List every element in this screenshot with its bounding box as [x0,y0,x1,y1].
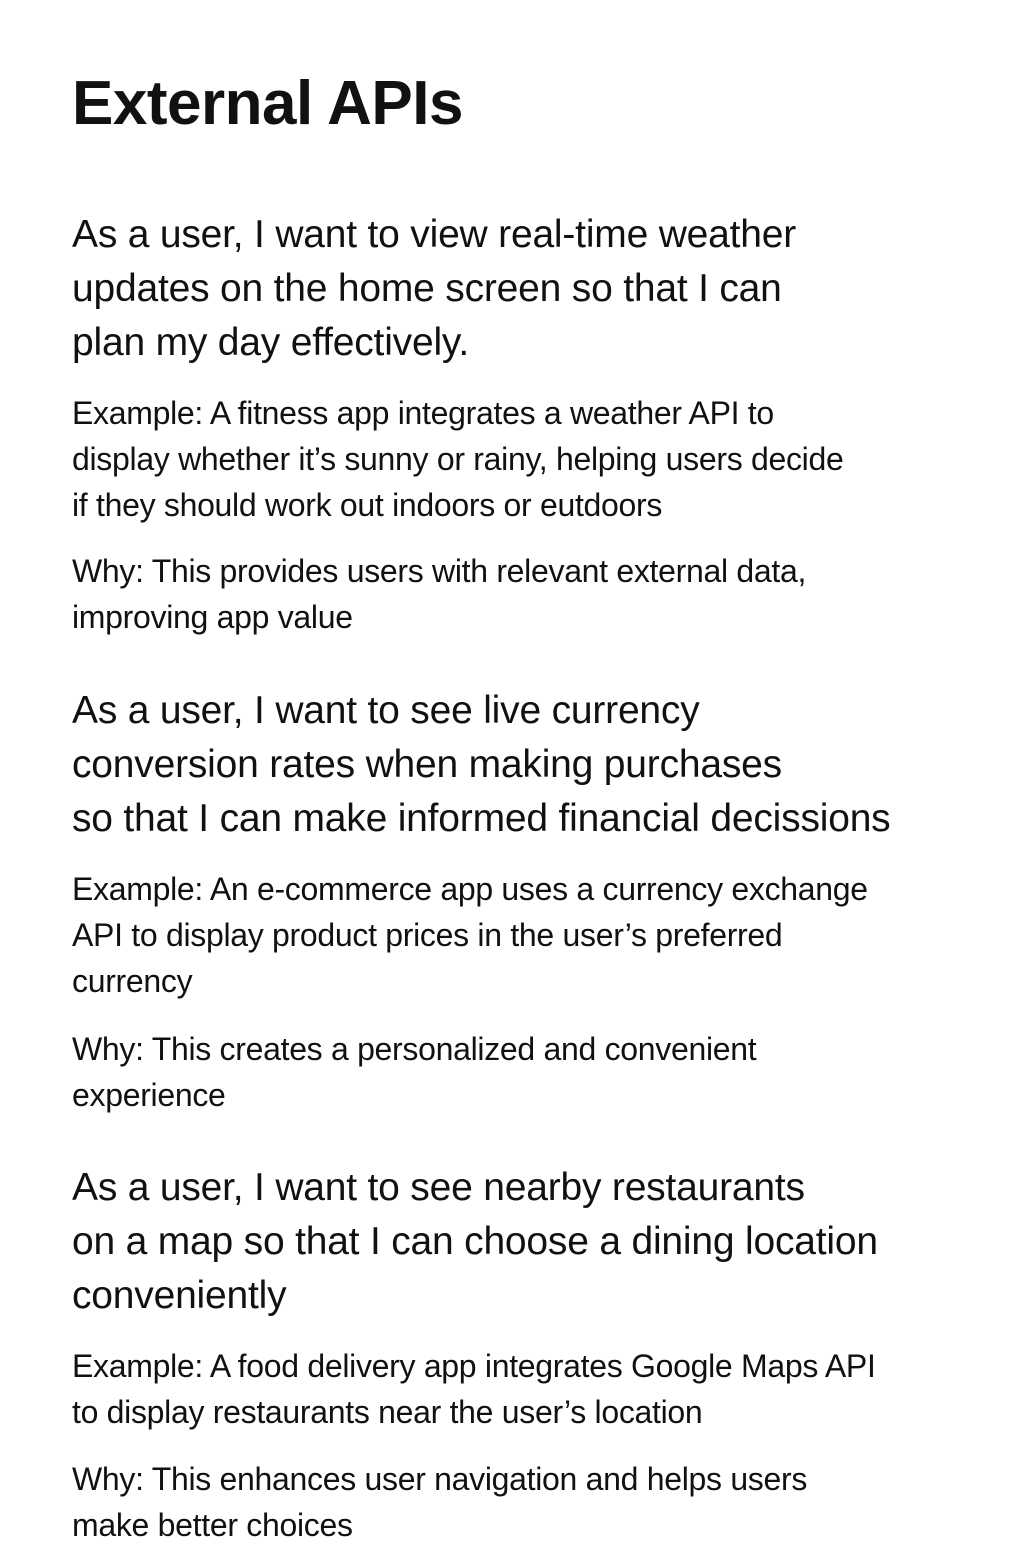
story-line: As a user, I want to see nearby restaura… [72,1166,805,1209]
user-story-currency: As a user, I want to see live currency c… [72,684,891,846]
example-weather: Example: A fitness app integrates a weat… [72,390,844,528]
example-line: currency [72,963,193,999]
example-line: to display restaurants near the user’s l… [72,1394,703,1430]
story-line: updates on the home screen so that I can [72,267,782,310]
example-line: display whether it’s sunny or rainy, hel… [72,441,844,477]
why-weather: Why: This provides users with relevant e… [72,548,806,640]
user-story-restaurants: As a user, I want to see nearby restaura… [72,1161,878,1323]
why-line: make better choices [72,1507,353,1543]
story-line: As a user, I want to see live currency [72,689,700,732]
why-restaurants: Why: This enhances user navigation and h… [72,1456,807,1548]
why-line: Why: This creates a personalized and con… [72,1031,757,1067]
page-title: External APIs [72,69,463,138]
why-line: improving app value [72,599,353,635]
example-restaurants: Example: A food delivery app integrates … [72,1343,876,1435]
story-line: As a user, I want to view real-time weat… [72,213,797,256]
story-line: conveniently [72,1274,287,1317]
why-currency: Why: This creates a personalized and con… [72,1026,757,1118]
story-line: conversion rates when making purchases [72,743,782,786]
why-line: experience [72,1077,226,1113]
story-line: so that I can make informed financial de… [72,797,891,840]
story-line: plan my day effectively. [72,321,469,364]
example-line: API to display product prices in the use… [72,917,783,953]
why-line: Why: This enhances user navigation and h… [72,1461,808,1497]
story-line: on a map so that I can choose a dining l… [72,1220,878,1263]
example-currency: Example: An e-commerce app uses a curren… [72,866,868,1004]
example-line: if they should work out indoors or eutdo… [72,487,663,523]
example-line: Example: An e-commerce app uses a curren… [72,871,868,907]
example-line: Example: A food delivery app integrates … [72,1348,876,1384]
example-line: Example: A fitness app integrates a weat… [72,395,774,431]
user-story-weather: As a user, I want to view real-time weat… [72,208,796,370]
why-line: Why: This provides users with relevant e… [72,553,807,589]
